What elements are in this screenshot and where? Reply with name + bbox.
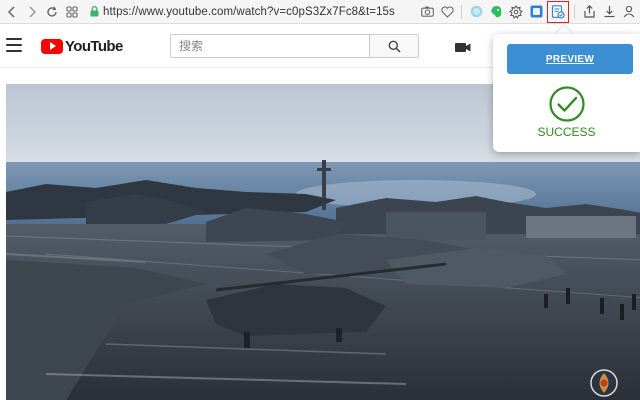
reload-icon (47, 5, 57, 17)
nav-buttons (2, 1, 82, 23)
account-icon (623, 5, 634, 18)
search-box[interactable] (170, 34, 370, 58)
success-status-text: SUCCESS (537, 125, 596, 139)
create-video-button[interactable] (455, 40, 471, 58)
toolbar-right (418, 0, 640, 23)
search-input[interactable] (179, 39, 370, 53)
favorite-button[interactable] (438, 2, 456, 22)
globe-extension-icon (470, 5, 482, 18)
share-button[interactable] (580, 2, 598, 22)
lock-icon (90, 6, 99, 17)
url-text: https://www.youtube.com/watch?v=c0pS3Zx7… (103, 5, 395, 18)
share-icon (583, 5, 595, 18)
blue-square-extension-icon (530, 5, 542, 18)
download-icon (604, 6, 614, 18)
toolbar-divider (574, 4, 575, 19)
youtube-logo[interactable]: YouTube (41, 37, 123, 55)
downloads-button[interactable] (600, 2, 618, 22)
page-checker-extension-icon (551, 4, 565, 19)
active-extension-button[interactable] (547, 0, 569, 23)
extension-button-4[interactable] (527, 2, 545, 22)
screen: https://www.youtube.com/watch?v=c0pS3Zx7… (0, 0, 640, 400)
success-check-icon (549, 86, 585, 122)
tabs-grid-icon (66, 5, 78, 18)
address-bar[interactable]: https://www.youtube.com/watch?v=c0pS3Zx7… (90, 1, 395, 23)
chevron-right-icon (29, 5, 37, 18)
tabs-grid-button[interactable] (62, 1, 82, 23)
account-button[interactable] (620, 2, 638, 22)
extension-button-3[interactable] (507, 2, 525, 22)
puzzle-gear-icon (509, 4, 523, 19)
play-logo-icon (41, 38, 63, 54)
back-button[interactable] (2, 1, 22, 23)
elephant-icon (490, 5, 501, 17)
watermark-logo (590, 369, 618, 397)
search-button[interactable] (369, 34, 419, 58)
browser-toolbar: https://www.youtube.com/watch?v=c0pS3Zx7… (0, 0, 640, 24)
camera-icon (420, 6, 434, 17)
camera-button[interactable] (418, 2, 436, 22)
menu-icon[interactable] (6, 38, 22, 52)
chevron-left-icon (7, 5, 15, 18)
extension-popup: PREVIEW SUCCESS (493, 34, 640, 152)
forward-button[interactable] (22, 1, 42, 23)
extension-button-1[interactable] (467, 2, 485, 22)
video-camera-icon (455, 43, 471, 52)
reload-button[interactable] (42, 1, 62, 23)
toolbar-divider (461, 4, 462, 19)
preview-button[interactable]: PREVIEW (507, 44, 633, 74)
search-icon (388, 40, 401, 53)
heart-icon (440, 5, 454, 18)
evernote-extension-button[interactable] (487, 2, 505, 22)
logo-text: YouTube (65, 37, 123, 55)
